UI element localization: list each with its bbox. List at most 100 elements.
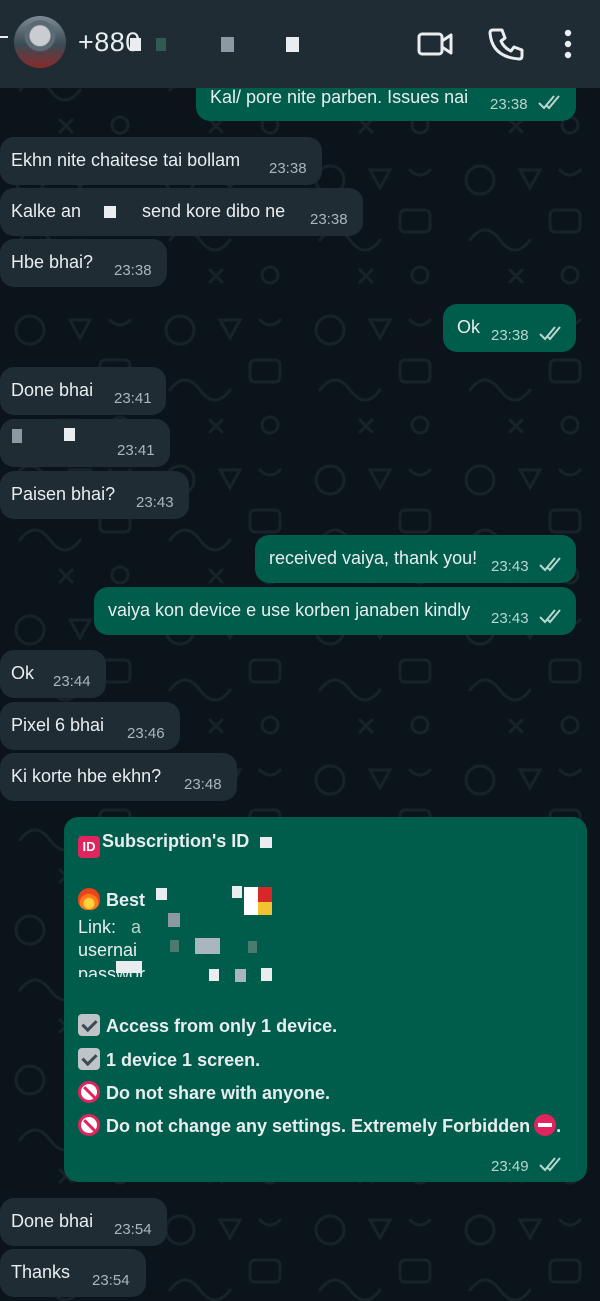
incoming-message[interactable]: Done bhai 23:54 bbox=[0, 1198, 167, 1246]
id-badge-icon: ID bbox=[78, 836, 100, 858]
message-text: Kalke an bbox=[11, 201, 82, 221]
redacted-mark bbox=[104, 206, 116, 218]
no-entry-icon bbox=[78, 1081, 100, 1103]
redacted-mark bbox=[232, 886, 242, 898]
read-ticks-icon bbox=[539, 557, 561, 572]
message-text: Ok bbox=[11, 663, 35, 683]
back-arrow-icon[interactable] bbox=[0, 36, 8, 38]
outgoing-message[interactable]: Ok 23:38 bbox=[443, 304, 576, 352]
incoming-message[interactable]: Ki korte hbe ekhn? 23:48 bbox=[0, 753, 237, 801]
redacted-mark bbox=[248, 941, 257, 953]
card-title-row: ID Subscription's ID bbox=[78, 830, 249, 858]
rule-text: Access from only 1 device. bbox=[106, 1016, 338, 1036]
incoming-message[interactable]: Ekhn nite chaitese tai bollam 23:38 bbox=[0, 137, 322, 185]
redacted-mark bbox=[260, 837, 272, 848]
rule-text: Do not share with anyone. bbox=[106, 1083, 331, 1103]
redacted-mark bbox=[261, 968, 272, 981]
chat-header: +880 bbox=[0, 0, 600, 88]
redacted-mark bbox=[221, 37, 234, 52]
message-time: 23:38 bbox=[269, 160, 307, 177]
best-row: Best bbox=[78, 888, 145, 911]
message-text: Hbe bhai? bbox=[11, 252, 94, 272]
incoming-message[interactable]: Thanks 23:54 bbox=[0, 1249, 146, 1297]
check-box-icon bbox=[78, 1048, 100, 1070]
incoming-message[interactable]: 23:41 bbox=[0, 419, 170, 467]
message-time: 23:38 bbox=[491, 327, 529, 344]
message-text: Kal/ pore nite parben. Issues nai bbox=[210, 87, 469, 107]
username-row: usernai bbox=[78, 939, 137, 961]
redacted-mark bbox=[168, 913, 180, 927]
redacted-mark bbox=[12, 429, 22, 443]
fire-icon bbox=[78, 888, 100, 910]
outgoing-message[interactable]: received vaiya, thank you! 23:43 bbox=[255, 535, 576, 583]
message-time: 23:38 bbox=[310, 211, 348, 228]
incoming-message[interactable]: Pixel 6 bhai 23:46 bbox=[0, 702, 180, 750]
no-entry-icon bbox=[78, 1114, 100, 1136]
message-time: 23:43 bbox=[491, 558, 529, 575]
redacted-mark bbox=[116, 961, 142, 973]
redacted-mark bbox=[64, 428, 75, 441]
link-row: Link: a bbox=[78, 916, 141, 938]
redacted-mark bbox=[130, 38, 141, 51]
check-box-icon bbox=[78, 1014, 100, 1036]
message-text: Paisen bhai? bbox=[11, 484, 116, 504]
message-time: 23:41 bbox=[117, 442, 155, 459]
redacted-mark bbox=[170, 940, 179, 952]
voice-call-icon[interactable] bbox=[486, 24, 526, 64]
outgoing-message[interactable]: vaiya kon device e use korben janaben ki… bbox=[94, 587, 576, 635]
read-ticks-icon bbox=[539, 326, 561, 341]
redacted-mark bbox=[286, 37, 299, 52]
message-time: 23:38 bbox=[490, 96, 528, 113]
message-time: 23:38 bbox=[114, 262, 152, 279]
incoming-message[interactable]: Paisen bhai? 23:43 bbox=[0, 471, 189, 519]
read-ticks-icon bbox=[539, 609, 561, 624]
message-text: vaiya kon device e use korben janaben ki… bbox=[108, 600, 471, 620]
forbidden-icon bbox=[534, 1114, 557, 1136]
best-label: Best bbox=[106, 890, 146, 910]
rule-text: Do not change any settings. Extremely Fo… bbox=[106, 1116, 531, 1136]
message-time: 23:44 bbox=[53, 673, 91, 690]
message-time: 23:48 bbox=[184, 776, 222, 793]
redacted-mark bbox=[156, 38, 166, 51]
redacted-mark bbox=[156, 888, 167, 900]
message-time: 23:54 bbox=[92, 1272, 130, 1289]
more-options-icon[interactable] bbox=[548, 24, 588, 64]
card-title: Subscription's ID bbox=[102, 831, 250, 851]
message-text: Ki korte hbe ekhn? bbox=[11, 766, 162, 786]
message-text: received vaiya, thank you! bbox=[269, 548, 478, 568]
incoming-message[interactable]: Hbe bhai? 23:38 bbox=[0, 239, 167, 287]
message-text: Thanks bbox=[11, 1262, 71, 1282]
message-text: Ok bbox=[457, 317, 481, 337]
message-text: Ekhn nite chaitese tai bollam bbox=[11, 150, 241, 170]
message-time: 23:43 bbox=[136, 494, 174, 511]
message-time: 23:46 bbox=[127, 725, 165, 742]
incoming-message[interactable]: Kalke an send kore dibo ne 23:38 bbox=[0, 188, 363, 236]
message-text-continued: send kore dibo ne bbox=[142, 201, 286, 221]
link-value[interactable]: a bbox=[131, 917, 141, 937]
redacted-mark bbox=[258, 902, 272, 915]
redacted-mark bbox=[195, 938, 220, 954]
message-text: Done bhai bbox=[11, 1211, 94, 1231]
video-call-icon[interactable] bbox=[416, 24, 456, 64]
rule-item: Do not share with anyone. bbox=[78, 1081, 330, 1104]
rule-text: 1 device 1 screen. bbox=[106, 1050, 261, 1070]
incoming-message[interactable]: Done bhai 23:41 bbox=[0, 367, 166, 415]
rule-suffix: . bbox=[556, 1116, 562, 1136]
redacted-mark bbox=[235, 969, 246, 982]
read-ticks-icon bbox=[539, 1157, 561, 1172]
incoming-message[interactable]: Ok 23:44 bbox=[0, 650, 106, 698]
message-time: 23:41 bbox=[114, 390, 152, 407]
message-text: Pixel 6 bhai bbox=[11, 715, 105, 735]
subscription-card-message[interactable]: ID Subscription's ID Best Link: a usernai… bbox=[64, 817, 587, 1182]
rule-item: 1 device 1 screen. bbox=[78, 1048, 260, 1071]
rule-item: Access from only 1 device. bbox=[78, 1014, 337, 1037]
contact-avatar[interactable] bbox=[14, 16, 66, 68]
message-text: Done bhai bbox=[11, 380, 94, 400]
message-time: 23:43 bbox=[491, 610, 529, 627]
message-time: 23:54 bbox=[114, 1221, 152, 1238]
message-time: 23:49 bbox=[491, 1158, 529, 1175]
link-label: Link: bbox=[78, 917, 117, 937]
redacted-mark bbox=[209, 969, 219, 981]
rule-item: Do not change any settings. Extremely Fo… bbox=[78, 1114, 561, 1137]
read-ticks-icon bbox=[538, 95, 560, 110]
